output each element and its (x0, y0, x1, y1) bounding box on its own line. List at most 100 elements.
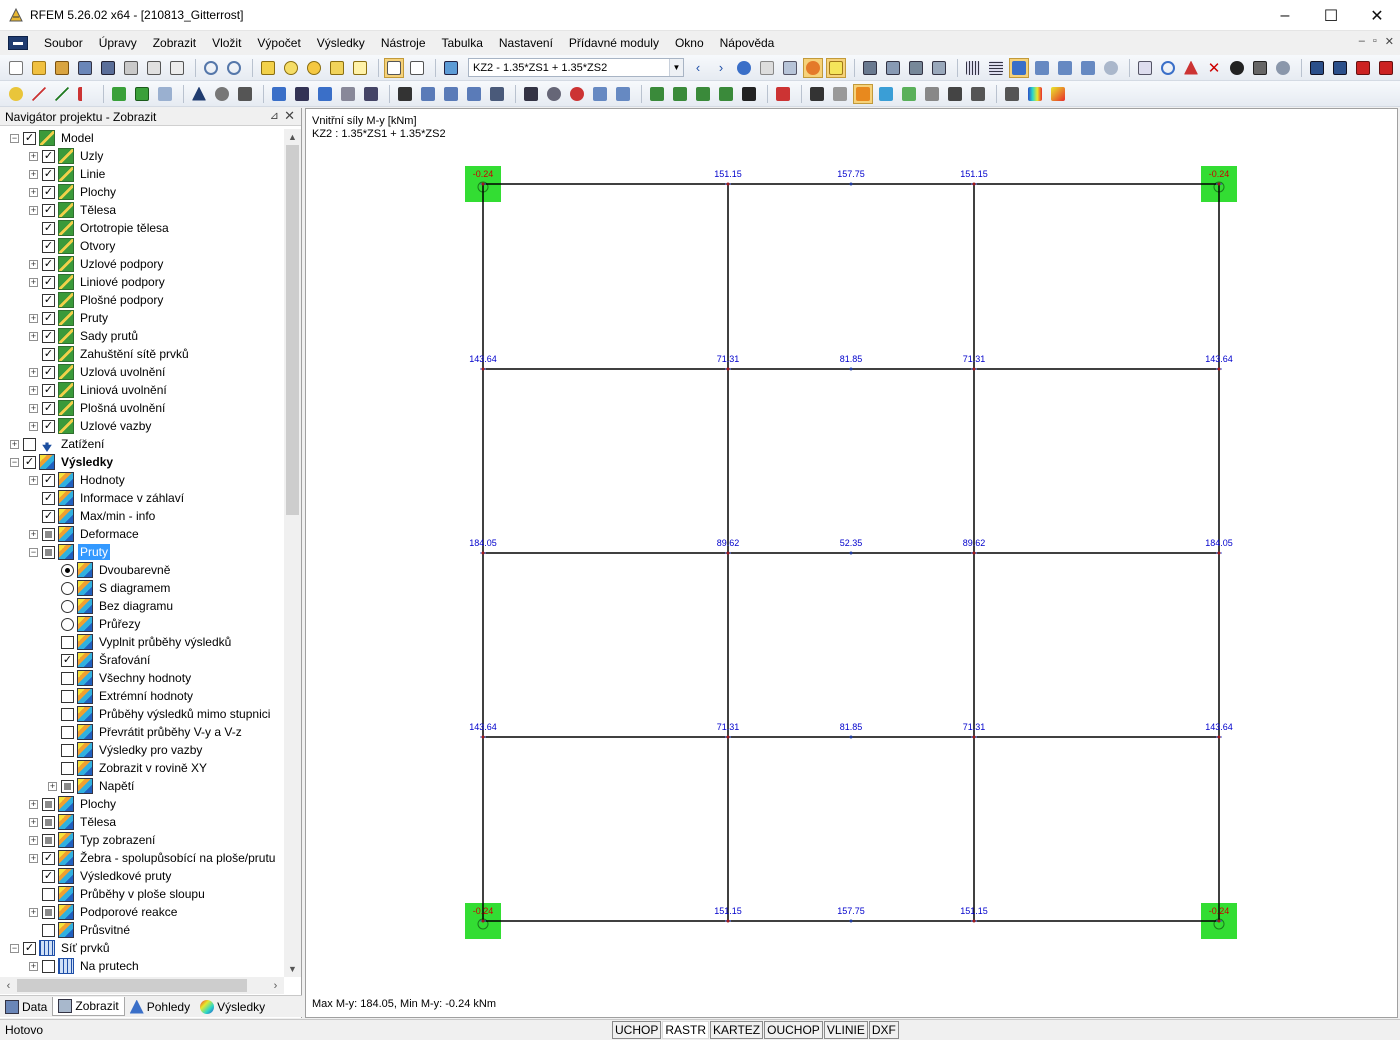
print-icon[interactable] (144, 58, 164, 78)
load-case-select[interactable]: KZ2 - 1.35*ZS1 + 1.35*ZS2 ▼ (468, 58, 684, 77)
node-dot[interactable] (481, 735, 485, 739)
database-icon[interactable] (75, 58, 95, 78)
tree-item[interactable]: ✓ Otvory (29, 237, 117, 255)
expand-icon[interactable]: + (29, 331, 38, 341)
tree-item[interactable]: Všechny hodnoty (48, 669, 193, 687)
checkbox[interactable] (23, 437, 36, 451)
tree-item[interactable]: ✓ Plošné podpory (29, 291, 165, 309)
print-preview-icon[interactable] (167, 58, 187, 78)
mdi-minimize-button[interactable]: – (1359, 35, 1365, 48)
show-results-icon[interactable] (803, 57, 823, 78)
menu-okno[interactable]: Okno (667, 36, 712, 50)
dxf-icon[interactable] (487, 84, 507, 104)
checkbox[interactable]: ✓ (42, 419, 55, 433)
undo-icon[interactable] (201, 58, 221, 78)
tree-item[interactable]: + ✓ Sady prutů (29, 327, 140, 345)
table-list-icon[interactable] (407, 58, 427, 78)
previous-arrow-icon[interactable]: ‹ (688, 58, 708, 78)
wireframe-icon[interactable] (807, 84, 827, 104)
tree-item[interactable]: + Typ zobrazení (29, 831, 157, 849)
tree-item[interactable]: Průsvitné (29, 921, 132, 939)
layout-icon[interactable] (945, 84, 965, 104)
pdf-icon[interactable] (1353, 58, 1373, 78)
tab-pohledy[interactable]: Pohledy (125, 997, 195, 1016)
node-dot[interactable] (726, 919, 730, 923)
polyline-icon[interactable] (52, 84, 72, 104)
node-dot[interactable] (1217, 182, 1221, 186)
checkbox[interactable]: ✓ (42, 383, 55, 397)
menu-vypocet[interactable]: Výpočet (249, 36, 308, 50)
checkbox[interactable] (42, 527, 55, 541)
load-solid-icon[interactable] (361, 84, 381, 104)
tree-item[interactable]: + Na prutech (29, 957, 141, 975)
surface-icon[interactable] (109, 84, 129, 104)
filter-icon[interactable] (883, 58, 903, 78)
tree-item[interactable]: + ✓ Plochy (29, 183, 118, 201)
tree-item[interactable]: + ✓ Uzlové vazby (29, 417, 153, 435)
tree-item[interactable]: − ✓ Model (10, 129, 96, 147)
perspective-icon[interactable] (773, 84, 793, 104)
tree-item[interactable]: + Zatížení (10, 435, 106, 453)
checkbox[interactable] (42, 959, 55, 973)
tree-item[interactable]: − ✓ Výsledky (10, 453, 115, 471)
expand-icon[interactable]: + (29, 259, 38, 269)
node-dot[interactable] (481, 367, 485, 371)
tree-item[interactable]: Zobrazit v rovině XY (48, 759, 209, 777)
scroll-left-icon[interactable]: ‹ (0, 977, 17, 994)
tree-item[interactable]: Převrátit průběhy V-y a V-z (48, 723, 244, 741)
status-button-uchop[interactable]: UCHOP (612, 1021, 662, 1039)
node-icon[interactable] (6, 84, 26, 104)
node-dot[interactable] (972, 367, 976, 371)
tab-data[interactable]: Data (0, 997, 52, 1016)
expand-icon[interactable]: + (48, 781, 57, 791)
rotate-icon[interactable] (1158, 58, 1178, 78)
results-icon[interactable] (734, 58, 754, 78)
expand-icon[interactable]: + (10, 439, 19, 449)
checkbox[interactable]: ✓ (42, 239, 55, 253)
checkbox[interactable]: ✓ (42, 149, 55, 163)
hinge-icon[interactable] (212, 84, 232, 104)
tab-vysledky[interactable]: Výsledky (195, 997, 270, 1016)
tree-item[interactable]: Extrémní hodnoty (48, 687, 195, 705)
support-icon[interactable] (189, 84, 209, 104)
tiles-icon[interactable] (968, 84, 988, 104)
menu-upravy[interactable]: Úpravy (91, 36, 145, 50)
node-dot[interactable] (481, 551, 485, 555)
status-button-vlinie[interactable]: VLINIE (823, 1021, 868, 1039)
axis-y-icon[interactable] (670, 84, 690, 104)
section-icon[interactable] (780, 58, 800, 78)
expand-icon[interactable]: + (29, 403, 38, 413)
checkbox[interactable]: ✓ (42, 401, 55, 415)
collapse-icon[interactable]: − (10, 943, 19, 953)
release-icon[interactable] (235, 84, 255, 104)
checkbox[interactable]: ✓ (42, 509, 55, 523)
load-surface-icon[interactable] (338, 84, 358, 104)
radio-button[interactable] (61, 617, 74, 631)
line-icon[interactable] (29, 84, 49, 104)
color-scale-icon[interactable] (1025, 84, 1045, 104)
solid-icon[interactable] (132, 84, 152, 104)
expand-icon[interactable]: + (29, 151, 38, 161)
tab-zobrazit[interactable]: Zobrazit (52, 997, 125, 1016)
checkbox[interactable]: ✓ (42, 257, 55, 271)
table-icon[interactable] (384, 57, 404, 78)
info-panel-icon[interactable] (1002, 84, 1022, 104)
node-dot[interactable] (1217, 551, 1221, 555)
checkbox[interactable] (42, 833, 55, 847)
chevron-down-icon[interactable]: ▼ (669, 59, 683, 76)
checkbox[interactable] (61, 761, 74, 775)
view-3d-icon[interactable] (1009, 57, 1029, 78)
scroll-right-icon[interactable]: › (267, 977, 284, 994)
checkbox[interactable]: ✓ (42, 167, 55, 181)
checkbox[interactable]: ✓ (42, 329, 55, 343)
ruler-icon[interactable] (929, 58, 949, 78)
minimize-button[interactable]: – (1262, 0, 1308, 31)
view-xy-icon[interactable] (1032, 58, 1052, 78)
report-icon[interactable] (906, 58, 926, 78)
tree-item[interactable]: − ✓ Síť prvků (10, 939, 112, 957)
tree-item[interactable]: + ✓ Uzlové podpory (29, 255, 165, 273)
tree-item[interactable]: ✓ Ortotropie tělesa (29, 219, 171, 237)
expand-icon[interactable]: + (29, 853, 38, 863)
checkbox[interactable]: ✓ (42, 203, 55, 217)
animation-icon[interactable] (860, 58, 880, 78)
